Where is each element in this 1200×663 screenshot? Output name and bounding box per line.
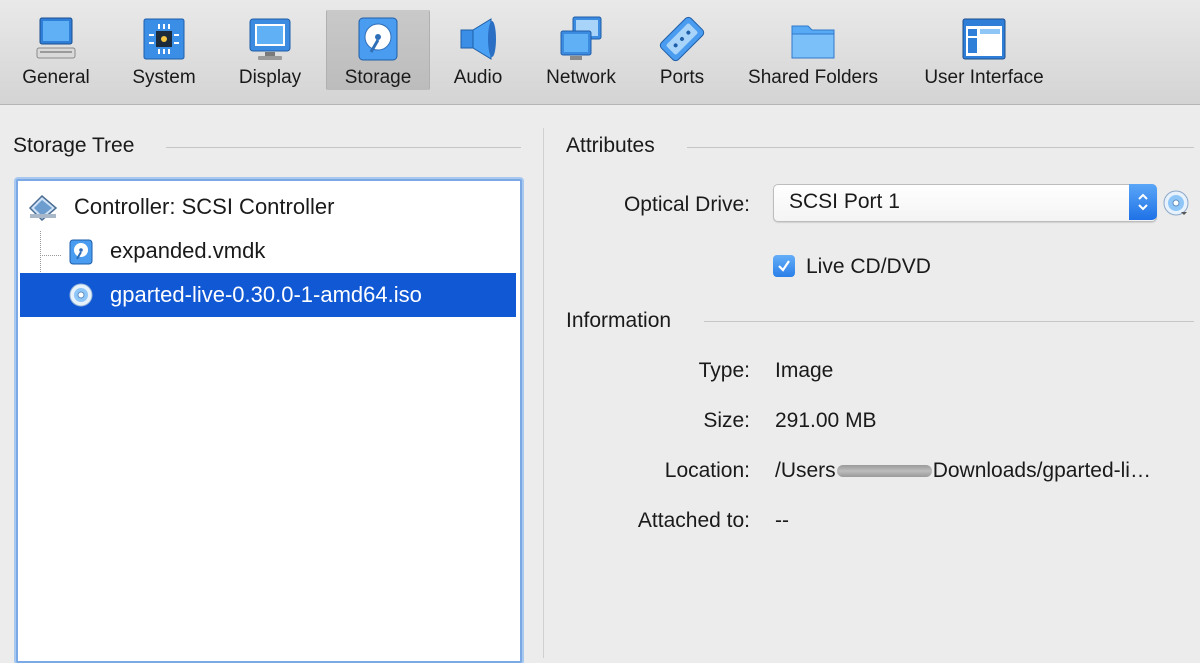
size-label: Size: xyxy=(703,409,750,432)
panel-divider xyxy=(543,128,544,658)
tab-shared-folders[interactable]: Shared Folders xyxy=(740,10,886,90)
tab-storage[interactable]: Storage xyxy=(326,10,430,90)
size-value: 291.00 MB xyxy=(775,409,877,432)
tab-network-label: Network xyxy=(546,67,616,88)
tab-system[interactable]: System xyxy=(116,10,212,90)
type-value: Image xyxy=(775,359,834,382)
select-arrows-icon[interactable] xyxy=(1129,184,1157,220)
tab-user-interface-label: User Interface xyxy=(924,67,1044,88)
tree-item-iso[interactable]: gparted-live-0.30.0-1-amd64.iso xyxy=(20,273,516,317)
optical-drive-value: SCSI Port 1 xyxy=(789,190,900,213)
storage-icon xyxy=(358,17,398,61)
hard-disk-icon xyxy=(69,239,93,265)
ports-icon xyxy=(659,16,705,62)
type-label: Type: xyxy=(698,359,750,382)
attached-to-label: Attached to: xyxy=(637,509,750,532)
tab-network[interactable]: Network xyxy=(533,10,629,90)
location-value: /Users Downloads/gparted-li… xyxy=(775,459,1151,483)
display-icon xyxy=(249,18,291,60)
tab-storage-label: Storage xyxy=(344,67,412,88)
tab-system-label: System xyxy=(132,67,196,88)
optical-drive-label: Optical Drive: xyxy=(623,193,750,216)
tree-item-label: expanded.vmdk xyxy=(110,238,266,263)
tab-display-label: Display xyxy=(238,67,302,88)
information-title: Information xyxy=(566,309,672,332)
optical-disc-icon xyxy=(69,283,93,307)
tab-shared-folders-label: Shared Folders xyxy=(748,67,878,88)
information-separator xyxy=(704,321,1194,322)
audio-icon xyxy=(460,18,496,60)
tab-ports-label: Ports xyxy=(659,67,705,88)
tree-item-label: gparted-live-0.30.0-1-amd64.iso xyxy=(110,282,422,307)
attached-to-value: -- xyxy=(775,509,789,532)
location-label: Location: xyxy=(664,459,750,482)
tree-item-vmdk[interactable]: expanded.vmdk xyxy=(20,229,516,273)
settings-toolbar: General System Display Storage Audio Net… xyxy=(0,0,1200,105)
checkmark-icon xyxy=(778,260,790,272)
user-interface-icon xyxy=(962,18,1006,60)
choose-disk-icon[interactable] xyxy=(1163,190,1189,216)
optical-drive-select[interactable]: SCSI Port 1 xyxy=(773,184,1157,222)
tab-audio-label: Audio xyxy=(453,67,503,88)
controller-label: Controller: SCSI Controller xyxy=(74,194,335,219)
live-cd-checkbox[interactable] xyxy=(773,255,795,277)
attributes-separator xyxy=(687,147,1194,148)
tab-display[interactable]: Display xyxy=(222,10,318,90)
general-icon xyxy=(36,17,76,59)
storage-tree[interactable]: Controller: SCSI Controller expanded.vmd… xyxy=(16,179,522,663)
redacted-username xyxy=(836,465,932,478)
tab-general[interactable]: General xyxy=(8,10,104,90)
tree-controller-row[interactable]: Controller: SCSI Controller xyxy=(20,185,516,229)
network-icon xyxy=(560,16,602,60)
live-cd-label: Live CD/DVD xyxy=(806,255,931,278)
location-suffix: Downloads/gparted-li… xyxy=(932,459,1151,482)
tab-audio[interactable]: Audio xyxy=(430,10,526,90)
storage-tree-separator xyxy=(166,147,521,148)
tab-general-label: General xyxy=(22,67,90,88)
controller-icon xyxy=(28,194,58,222)
location-prefix: /Users xyxy=(775,459,836,482)
attributes-title: Attributes xyxy=(566,134,655,157)
shared-folders-icon xyxy=(791,25,835,59)
storage-tree-title: Storage Tree xyxy=(13,134,135,157)
tab-user-interface[interactable]: User Interface xyxy=(914,10,1054,90)
tab-ports[interactable]: Ports xyxy=(634,10,730,90)
system-icon xyxy=(143,18,185,60)
